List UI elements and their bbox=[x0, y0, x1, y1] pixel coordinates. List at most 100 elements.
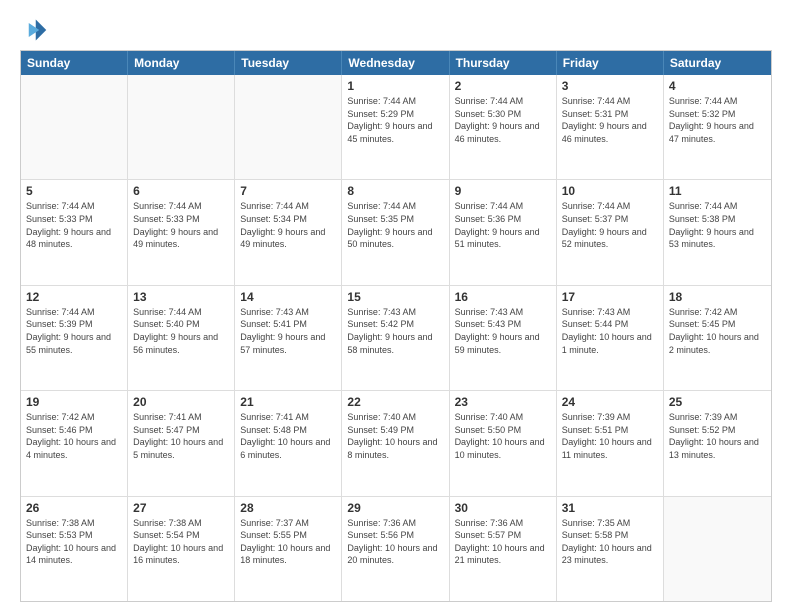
calendar-cell: 26Sunrise: 7:38 AM Sunset: 5:53 PM Dayli… bbox=[21, 497, 128, 601]
day-number: 15 bbox=[347, 290, 443, 304]
weekday-header: Thursday bbox=[450, 51, 557, 75]
calendar-cell: 16 Sunrise: 7:43 AM Sunset: 5:43 PM Dayli… bbox=[450, 286, 557, 390]
day-number: 23 bbox=[455, 395, 551, 409]
day-number: 28 bbox=[240, 501, 336, 515]
day-info: Sunrise: 7:44 AM Sunset: 5:37 PM Dayligh… bbox=[562, 200, 658, 250]
day-info: Sunrise: 7:40 AM Sunset: 5:49 PM Dayligh… bbox=[347, 411, 443, 461]
calendar-cell: 8 Sunrise: 7:44 AM Sunset: 5:35 PM Daylig… bbox=[342, 180, 449, 284]
calendar-row: 5Sunrise: 7:44 AM Sunset: 5:33 PM Daylig… bbox=[21, 180, 771, 285]
calendar-cell: 15Sunrise: 7:43 AM Sunset: 5:42 PM Dayli… bbox=[342, 286, 449, 390]
day-number: 1 bbox=[347, 79, 443, 93]
day-info: Sunrise: 7:41 AM Sunset: 5:48 PM Dayligh… bbox=[240, 411, 336, 461]
calendar-cell bbox=[128, 75, 235, 179]
day-number: 30 bbox=[455, 501, 551, 515]
calendar-body: 1 Sunrise: 7:44 AM Sunset: 5:29 PM Daylig… bbox=[21, 75, 771, 601]
day-number: 17 bbox=[562, 290, 658, 304]
calendar-cell: 17 Sunrise: 7:43 AM Sunset: 5:44 PM Dayli… bbox=[557, 286, 664, 390]
weekday-header: Monday bbox=[128, 51, 235, 75]
day-info: Sunrise: 7:40 AM Sunset: 5:50 PM Dayligh… bbox=[455, 411, 551, 461]
day-number: 21 bbox=[240, 395, 336, 409]
calendar-cell: 18Sunrise: 7:42 AM Sunset: 5:45 PM Dayli… bbox=[664, 286, 771, 390]
day-info: Sunrise: 7:43 AM Sunset: 5:43 PM Dayligh… bbox=[455, 306, 551, 356]
calendar-cell: 2 Sunrise: 7:44 AM Sunset: 5:30 PM Daylig… bbox=[450, 75, 557, 179]
calendar-cell: 27 Sunrise: 7:38 AM Sunset: 5:54 PM Dayli… bbox=[128, 497, 235, 601]
day-number: 29 bbox=[347, 501, 443, 515]
day-info: Sunrise: 7:44 AM Sunset: 5:30 PM Dayligh… bbox=[455, 95, 551, 145]
calendar-cell: 28 Sunrise: 7:37 AM Sunset: 5:55 PM Dayli… bbox=[235, 497, 342, 601]
calendar-cell bbox=[235, 75, 342, 179]
day-number: 8 bbox=[347, 184, 443, 198]
weekday-header: Tuesday bbox=[235, 51, 342, 75]
day-number: 27 bbox=[133, 501, 229, 515]
calendar: SundayMondayTuesdayWednesdayThursdayFrid… bbox=[20, 50, 772, 602]
day-info: Sunrise: 7:44 AM Sunset: 5:32 PM Dayligh… bbox=[669, 95, 766, 145]
day-number: 24 bbox=[562, 395, 658, 409]
day-info: Sunrise: 7:37 AM Sunset: 5:55 PM Dayligh… bbox=[240, 517, 336, 567]
weekday-header: Saturday bbox=[664, 51, 771, 75]
calendar-cell: 24 Sunrise: 7:39 AM Sunset: 5:51 PM Dayli… bbox=[557, 391, 664, 495]
calendar-cell: 12 Sunrise: 7:44 AM Sunset: 5:39 PM Dayli… bbox=[21, 286, 128, 390]
day-number: 18 bbox=[669, 290, 766, 304]
day-info: Sunrise: 7:44 AM Sunset: 5:38 PM Dayligh… bbox=[669, 200, 766, 250]
day-info: Sunrise: 7:44 AM Sunset: 5:33 PM Dayligh… bbox=[133, 200, 229, 250]
calendar-cell: 23 Sunrise: 7:40 AM Sunset: 5:50 PM Dayli… bbox=[450, 391, 557, 495]
day-info: Sunrise: 7:36 AM Sunset: 5:56 PM Dayligh… bbox=[347, 517, 443, 567]
calendar-cell: 25 Sunrise: 7:39 AM Sunset: 5:52 PM Dayli… bbox=[664, 391, 771, 495]
calendar-cell: 7 Sunrise: 7:44 AM Sunset: 5:34 PM Daylig… bbox=[235, 180, 342, 284]
calendar-cell: 11 Sunrise: 7:44 AM Sunset: 5:38 PM Dayli… bbox=[664, 180, 771, 284]
calendar-row: 1 Sunrise: 7:44 AM Sunset: 5:29 PM Daylig… bbox=[21, 75, 771, 180]
day-number: 25 bbox=[669, 395, 766, 409]
day-number: 14 bbox=[240, 290, 336, 304]
day-number: 11 bbox=[669, 184, 766, 198]
day-info: Sunrise: 7:41 AM Sunset: 5:47 PM Dayligh… bbox=[133, 411, 229, 461]
calendar-cell bbox=[664, 497, 771, 601]
day-info: Sunrise: 7:43 AM Sunset: 5:41 PM Dayligh… bbox=[240, 306, 336, 356]
day-info: Sunrise: 7:44 AM Sunset: 5:31 PM Dayligh… bbox=[562, 95, 658, 145]
day-info: Sunrise: 7:44 AM Sunset: 5:40 PM Dayligh… bbox=[133, 306, 229, 356]
day-number: 3 bbox=[562, 79, 658, 93]
day-number: 6 bbox=[133, 184, 229, 198]
calendar-cell: 19 Sunrise: 7:42 AM Sunset: 5:46 PM Dayli… bbox=[21, 391, 128, 495]
day-number: 4 bbox=[669, 79, 766, 93]
day-number: 20 bbox=[133, 395, 229, 409]
day-info: Sunrise: 7:44 AM Sunset: 5:35 PM Dayligh… bbox=[347, 200, 443, 250]
calendar-cell: 20 Sunrise: 7:41 AM Sunset: 5:47 PM Dayli… bbox=[128, 391, 235, 495]
day-number: 2 bbox=[455, 79, 551, 93]
weekday-header: Friday bbox=[557, 51, 664, 75]
day-number: 31 bbox=[562, 501, 658, 515]
day-info: Sunrise: 7:38 AM Sunset: 5:53 PM Dayligh… bbox=[26, 517, 122, 567]
calendar-cell: 4 Sunrise: 7:44 AM Sunset: 5:32 PM Daylig… bbox=[664, 75, 771, 179]
day-number: 22 bbox=[347, 395, 443, 409]
day-info: Sunrise: 7:43 AM Sunset: 5:44 PM Dayligh… bbox=[562, 306, 658, 356]
day-info: Sunrise: 7:44 AM Sunset: 5:36 PM Dayligh… bbox=[455, 200, 551, 250]
day-info: Sunrise: 7:39 AM Sunset: 5:52 PM Dayligh… bbox=[669, 411, 766, 461]
calendar-cell: 1 Sunrise: 7:44 AM Sunset: 5:29 PM Daylig… bbox=[342, 75, 449, 179]
calendar-cell: 22 Sunrise: 7:40 AM Sunset: 5:49 PM Dayli… bbox=[342, 391, 449, 495]
day-info: Sunrise: 7:44 AM Sunset: 5:29 PM Dayligh… bbox=[347, 95, 443, 145]
day-info: Sunrise: 7:44 AM Sunset: 5:34 PM Dayligh… bbox=[240, 200, 336, 250]
calendar-cell: 6 Sunrise: 7:44 AM Sunset: 5:33 PM Daylig… bbox=[128, 180, 235, 284]
day-info: Sunrise: 7:44 AM Sunset: 5:39 PM Dayligh… bbox=[26, 306, 122, 356]
day-number: 7 bbox=[240, 184, 336, 198]
day-info: Sunrise: 7:42 AM Sunset: 5:46 PM Dayligh… bbox=[26, 411, 122, 461]
day-info: Sunrise: 7:38 AM Sunset: 5:54 PM Dayligh… bbox=[133, 517, 229, 567]
calendar-row: 12 Sunrise: 7:44 AM Sunset: 5:39 PM Dayli… bbox=[21, 286, 771, 391]
calendar-cell bbox=[21, 75, 128, 179]
header bbox=[20, 16, 772, 44]
calendar-header: SundayMondayTuesdayWednesdayThursdayFrid… bbox=[21, 51, 771, 75]
day-info: Sunrise: 7:39 AM Sunset: 5:51 PM Dayligh… bbox=[562, 411, 658, 461]
calendar-cell: 9 Sunrise: 7:44 AM Sunset: 5:36 PM Daylig… bbox=[450, 180, 557, 284]
day-number: 10 bbox=[562, 184, 658, 198]
calendar-cell: 21 Sunrise: 7:41 AM Sunset: 5:48 PM Dayli… bbox=[235, 391, 342, 495]
calendar-row: 26Sunrise: 7:38 AM Sunset: 5:53 PM Dayli… bbox=[21, 497, 771, 601]
day-info: Sunrise: 7:44 AM Sunset: 5:33 PM Dayligh… bbox=[26, 200, 122, 250]
day-number: 9 bbox=[455, 184, 551, 198]
day-number: 12 bbox=[26, 290, 122, 304]
calendar-cell: 14 Sunrise: 7:43 AM Sunset: 5:41 PM Dayli… bbox=[235, 286, 342, 390]
logo bbox=[20, 16, 52, 44]
day-number: 16 bbox=[455, 290, 551, 304]
calendar-cell: 31 Sunrise: 7:35 AM Sunset: 5:58 PM Dayli… bbox=[557, 497, 664, 601]
day-info: Sunrise: 7:35 AM Sunset: 5:58 PM Dayligh… bbox=[562, 517, 658, 567]
day-number: 19 bbox=[26, 395, 122, 409]
calendar-cell: 13Sunrise: 7:44 AM Sunset: 5:40 PM Dayli… bbox=[128, 286, 235, 390]
